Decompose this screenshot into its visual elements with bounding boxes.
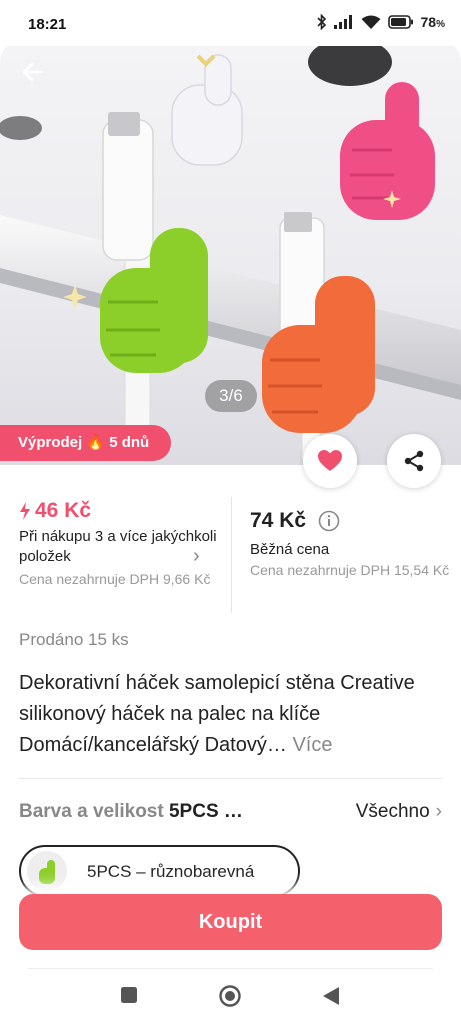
green-thumb-icon <box>27 851 67 891</box>
back-nav-icon[interactable] <box>322 986 340 1006</box>
share-icon <box>404 450 424 472</box>
sale-duration: 5 dnů <box>109 434 150 451</box>
variant-chip-label: 5PCS – různobarevná <box>87 862 255 881</box>
variant-chip[interactable]: 5PCS – různobarevná <box>19 845 300 897</box>
system-nav-bar <box>0 972 461 1024</box>
sold-count: Prodáno 15 ks <box>19 630 129 649</box>
regular-vat-note: Cena nezahrnuje DPH 15,54 Kč <box>250 562 450 578</box>
chevron-right-icon: › <box>435 801 442 822</box>
bluetooth-icon <box>316 14 326 30</box>
fire-icon: 🔥 <box>86 434 106 451</box>
product-title: Dekorativní háček samolepicí stěna Creat… <box>19 668 444 761</box>
status-icons: 78% <box>316 14 445 30</box>
battery-icon <box>387 15 413 29</box>
status-bar: 18:21 78% <box>0 0 461 46</box>
sale-badge: Výprodej 🔥 5 dnů <box>0 425 172 461</box>
variant-selector[interactable]: Barva a velikost 5PCS … Všechno › <box>19 797 442 827</box>
bulk-vat-note: Cena nezahrnuje DPH 9,66 Kč <box>19 571 211 587</box>
recent-apps-icon[interactable] <box>120 986 138 1004</box>
image-counter: 3/6 <box>205 380 257 412</box>
battery-level: 78% <box>420 14 445 30</box>
bulk-price-block[interactable]: 46 Kč Při nákupu 3 a více jakýchkoli pol… <box>19 499 219 589</box>
variant-label: Barva a velikost 5PCS … <box>19 801 243 822</box>
variant-thumbnail <box>27 851 67 891</box>
home-icon[interactable] <box>218 984 242 1008</box>
product-title-text: Dekorativní háček samolepicí stěna Creat… <box>19 672 415 756</box>
variant-selected: 5PCS … <box>168 801 243 822</box>
bulk-price: 46 Kč <box>19 499 219 523</box>
bulk-condition: Při nákupu 3 a více jakýchkoli položek <box>19 528 217 565</box>
status-time: 18:21 <box>28 16 67 33</box>
regular-price: 74 Kč <box>250 509 450 533</box>
all-variants-link[interactable]: Všechno › <box>356 801 442 823</box>
info-icon[interactable] <box>318 510 340 532</box>
chevron-right-icon[interactable]: › <box>193 545 200 568</box>
signal-icon <box>333 15 352 29</box>
regular-price-block: 74 Kč Běžná cena Cena nezahrnuje DPH 15,… <box>250 509 450 580</box>
sale-label: Výprodej <box>18 434 83 451</box>
nav-divider <box>28 968 433 969</box>
back-arrow-icon[interactable] <box>18 57 48 87</box>
more-link[interactable]: Více <box>292 734 332 756</box>
price-section: 46 Kč Při nákupu 3 a více jakýchkoli pol… <box>0 493 461 613</box>
buy-button[interactable]: Koupit <box>19 894 442 950</box>
regular-price-value: 74 Kč <box>250 509 307 532</box>
heart-icon <box>318 450 342 471</box>
product-image-gallery[interactable]: 3/6 Výprodej 🔥 5 dnů <box>0 40 461 465</box>
lightning-icon <box>20 502 30 520</box>
section-divider <box>19 778 442 779</box>
bulk-price-value: 46 Kč <box>35 499 92 522</box>
price-divider <box>231 497 232 613</box>
wifi-icon <box>361 15 381 29</box>
regular-price-label: Běžná cena <box>250 541 330 558</box>
favorite-button[interactable] <box>303 434 357 488</box>
share-button[interactable] <box>387 434 441 488</box>
